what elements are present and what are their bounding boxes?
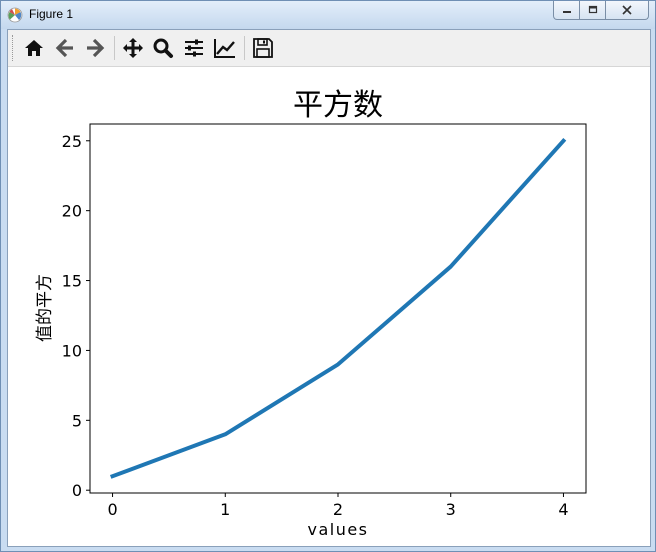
y-tick-label: 25	[62, 132, 82, 151]
navigation-toolbar	[8, 30, 650, 67]
series-layer	[109, 137, 567, 479]
arrow-left-icon	[55, 38, 73, 58]
minimize-icon	[562, 11, 571, 13]
floppy-disk-icon	[253, 38, 273, 58]
title-bar[interactable]: Figure 1	[1, 1, 655, 29]
y-tick-label: 20	[62, 202, 82, 221]
toolbar-grip[interactable]	[12, 35, 15, 61]
save-button[interactable]	[251, 36, 275, 60]
forward-button[interactable]	[83, 36, 107, 60]
x-axis-ticks: 0 1 2 3 4	[107, 493, 569, 519]
move-icon	[123, 38, 143, 58]
arrow-right-icon	[87, 38, 105, 58]
home-button[interactable]	[22, 36, 46, 60]
x-tick-label: 2	[333, 500, 343, 519]
back-button[interactable]	[53, 36, 77, 60]
line-chart-icon	[214, 39, 235, 58]
toolbar-separator	[114, 36, 115, 60]
series-line	[109, 137, 567, 479]
x-tick-label: 3	[446, 500, 456, 519]
line-chart: 平方数 0 1 2 3 4 0 5 10 15 20 25 values 值的平方	[35, 88, 587, 539]
subplots-button[interactable]	[182, 36, 206, 60]
sliders-icon	[185, 39, 203, 57]
window-controls	[553, 1, 649, 21]
home-icon	[25, 40, 43, 56]
maximize-button[interactable]	[580, 1, 606, 20]
close-icon	[622, 5, 632, 15]
chart-title: 平方数	[293, 88, 383, 123]
y-axis-label: 值的平方	[35, 274, 55, 342]
y-tick-label: 10	[62, 341, 82, 360]
pan-button[interactable]	[121, 36, 145, 60]
x-tick-label: 1	[220, 500, 230, 519]
x-tick-label: 4	[558, 500, 568, 519]
figure-canvas[interactable]: 平方数 0 1 2 3 4 0 5 10 15 20 25 values 值的平方	[8, 67, 650, 546]
zoom-button[interactable]	[151, 36, 175, 60]
maximize-icon	[588, 5, 597, 14]
x-axis-label: values	[307, 520, 368, 539]
y-tick-label: 15	[62, 272, 82, 291]
axes-frame	[89, 123, 587, 494]
figure-window: Figure 1 平方数 0 1 2 3 4 0 5 10 15 20 25 v…	[0, 0, 656, 552]
window-title: Figure 1	[29, 7, 74, 21]
y-axis-ticks: 0 5 10 15 20 25	[62, 132, 90, 500]
close-button[interactable]	[606, 1, 649, 20]
edit-axis-button[interactable]	[213, 36, 237, 60]
y-tick-label: 0	[72, 481, 82, 500]
magnifier-icon	[153, 38, 173, 58]
y-tick-label: 5	[72, 411, 82, 430]
toolbar-separator	[244, 36, 245, 60]
matplotlib-icon[interactable]	[7, 7, 23, 23]
x-tick-label: 0	[107, 500, 117, 519]
minimize-button[interactable]	[553, 1, 580, 20]
window-client-area: 平方数 0 1 2 3 4 0 5 10 15 20 25 values 值的平方	[7, 29, 651, 547]
